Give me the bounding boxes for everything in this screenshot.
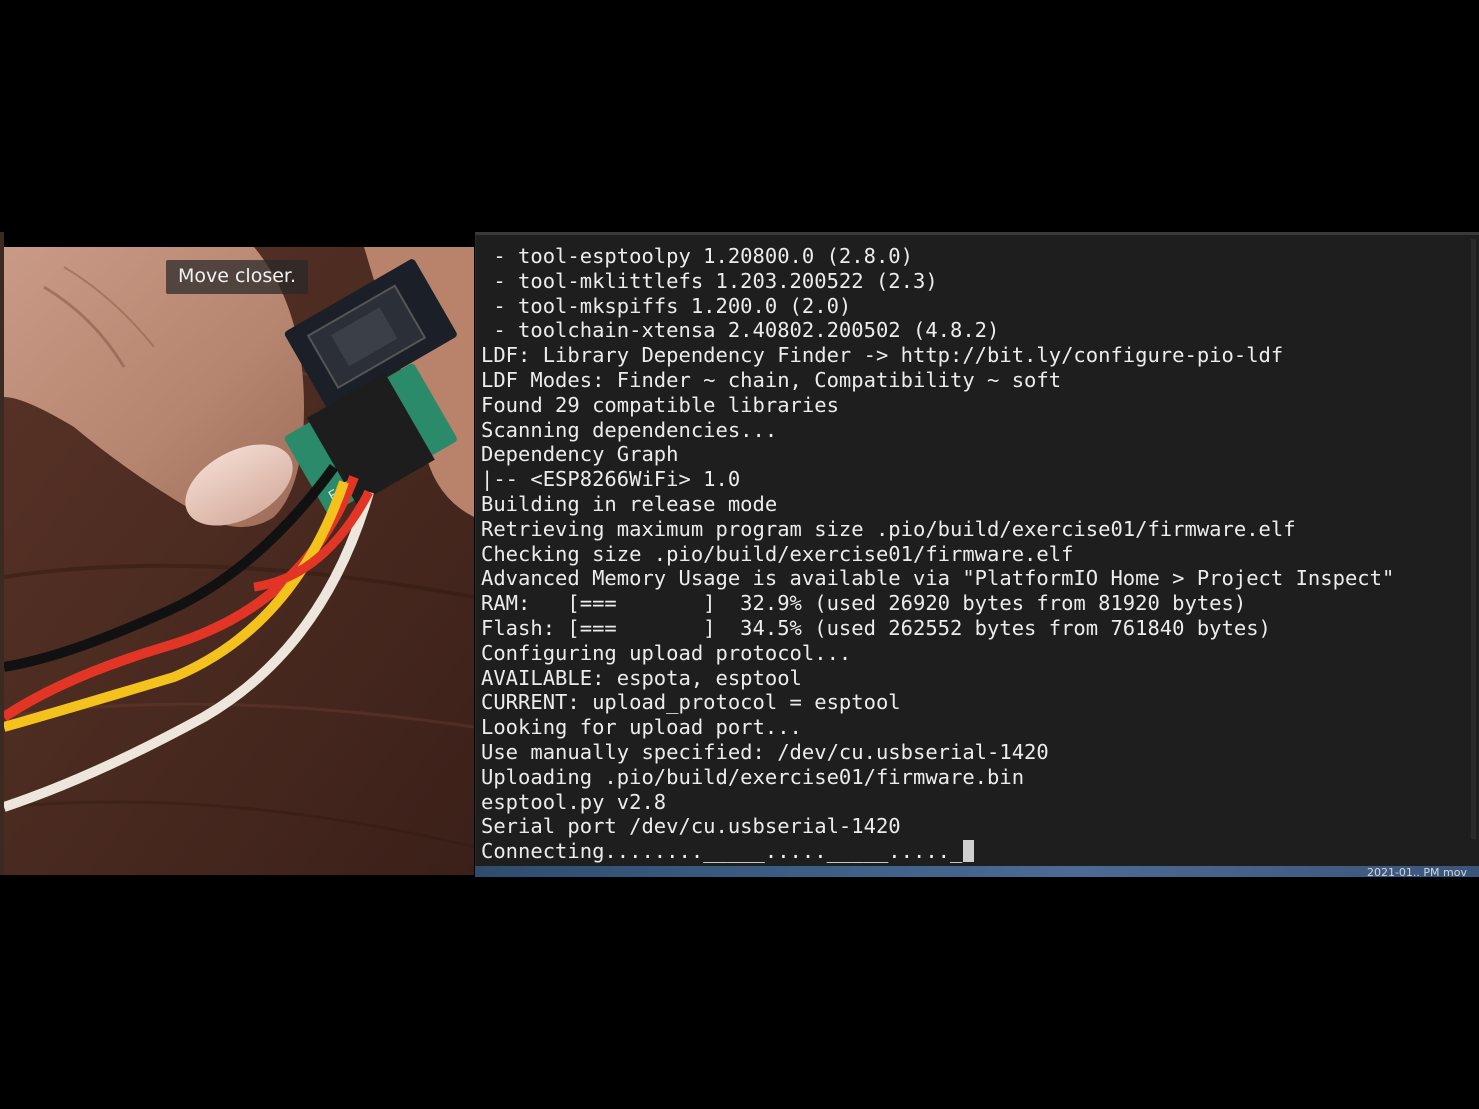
terminal-line-text: Checking size .pio/build/exercise01/firm…: [481, 541, 1074, 566]
terminal-line-text: - tool-mkspiffs 1.200.0 (2.0): [481, 293, 852, 318]
terminal-line-text: |-- <ESP8266WiFi> 1.0: [481, 467, 741, 492]
terminal-line: - tool-mklittlefs 1.203.200522 (2.3): [481, 269, 1394, 294]
terminal-line-text: Dependency Graph: [481, 442, 679, 467]
terminal-line: Looking for upload port...: [481, 715, 1394, 740]
terminal-scrollbar[interactable]: [1471, 239, 1476, 839]
camera-feed-illustration: ESP: [4, 247, 474, 875]
terminal-line: Checking size .pio/build/exercise01/firm…: [481, 542, 1394, 567]
terminal-line-text: esptool.py v2.8: [481, 789, 667, 814]
terminal-line: Uploading .pio/build/exercise01/firmware…: [481, 765, 1394, 790]
terminal-line: LDF: Library Dependency Finder -> http:/…: [481, 343, 1394, 368]
terminal-line: Flash: [=== ] 34.5% (used 262552 bytes f…: [481, 616, 1394, 641]
terminal-line-text: - tool-mklittlefs 1.203.200522 (2.3): [481, 268, 938, 293]
terminal-line: - tool-mkspiffs 1.200.0 (2.0): [481, 294, 1394, 319]
terminal-line: LDF Modes: Finder ~ chain, Compatibility…: [481, 368, 1394, 393]
terminal-line: Found 29 compatible libraries: [481, 393, 1394, 418]
terminal-line-text: CURRENT: upload_protocol = esptool: [481, 690, 901, 715]
desktop-clock-text: 2021-01.. PM mov: [1366, 866, 1467, 878]
terminal-line: Building in release mode: [481, 492, 1394, 517]
terminal-line-text: - toolchain-xtensa 2.40802.200502 (4.8.2…: [481, 318, 1000, 343]
terminal-cursor: [963, 840, 975, 863]
terminal-line: Retrieving maximum program size .pio/bui…: [481, 517, 1394, 542]
terminal-line-text: Use manually specified: /dev/cu.usbseria…: [481, 739, 1049, 764]
terminal-line-text: Serial port /dev/cu.usbserial-1420: [481, 814, 901, 839]
terminal-window[interactable]: - tool-esptoolpy 1.20800.0 (2.8.0) - too…: [475, 232, 1479, 866]
terminal-line: Advanced Memory Usage is available via "…: [481, 566, 1394, 591]
terminal-line: esptool.py v2.8: [481, 790, 1394, 815]
terminal-line: AVAILABLE: espota, esptool: [481, 666, 1394, 691]
terminal-line: Connecting........_____....._____....._: [481, 839, 1394, 864]
terminal-line-text: LDF Modes: Finder ~ chain, Compatibility…: [481, 367, 1062, 392]
terminal-line-text: - tool-esptoolpy 1.20800.0 (2.8.0): [481, 244, 913, 268]
terminal-line-text: Advanced Memory Usage is available via "…: [481, 566, 1395, 591]
terminal-line-text: Found 29 compatible libraries: [481, 392, 839, 417]
camera-feed: ESP Move closer.: [4, 247, 474, 875]
terminal-line-text: Scanning dependencies...: [481, 417, 778, 442]
terminal-line: RAM: [=== ] 32.9% (used 26920 bytes from…: [481, 591, 1394, 616]
terminal-line-text: Connecting........_____....._____....._: [481, 839, 963, 864]
terminal-line-text: AVAILABLE: espota, esptool: [481, 665, 802, 690]
terminal-line-text: Building in release mode: [481, 491, 778, 516]
terminal-line: Dependency Graph: [481, 442, 1394, 467]
terminal-line-text: RAM: [=== ] 32.9% (used 26920 bytes from…: [481, 591, 1247, 616]
terminal-line-text: Retrieving maximum program size .pio/bui…: [481, 516, 1296, 541]
terminal-line: Scanning dependencies...: [481, 418, 1394, 443]
terminal-line: Serial port /dev/cu.usbserial-1420: [481, 814, 1394, 839]
terminal-output: - tool-esptoolpy 1.20800.0 (2.8.0) - too…: [481, 244, 1394, 864]
terminal-line-text: Looking for upload port...: [481, 715, 802, 740]
terminal-line-text: Flash: [=== ] 34.5% (used 262552 bytes f…: [481, 615, 1271, 640]
terminal-line-text: Uploading .pio/build/exercise01/firmware…: [481, 764, 1025, 789]
video-frame: ESP Move closer. - tool-esptoolpy 1.2080…: [0, 0, 1479, 1109]
desktop-background-strip: 2021-01.. PM mov: [475, 866, 1479, 877]
terminal-line-text: Configuring upload protocol...: [481, 640, 852, 665]
terminal-line: CURRENT: upload_protocol = esptool: [481, 690, 1394, 715]
terminal-line: |-- <ESP8266WiFi> 1.0: [481, 467, 1394, 492]
camera-hint-label: Move closer.: [166, 260, 309, 294]
terminal-line: - tool-esptoolpy 1.20800.0 (2.8.0): [481, 244, 1394, 269]
terminal-line-text: LDF: Library Dependency Finder -> http:/…: [481, 343, 1284, 368]
terminal-line: Use manually specified: /dev/cu.usbseria…: [481, 740, 1394, 765]
terminal-line: - toolchain-xtensa 2.40802.200502 (4.8.2…: [481, 318, 1394, 343]
terminal-line: Configuring upload protocol...: [481, 641, 1394, 666]
